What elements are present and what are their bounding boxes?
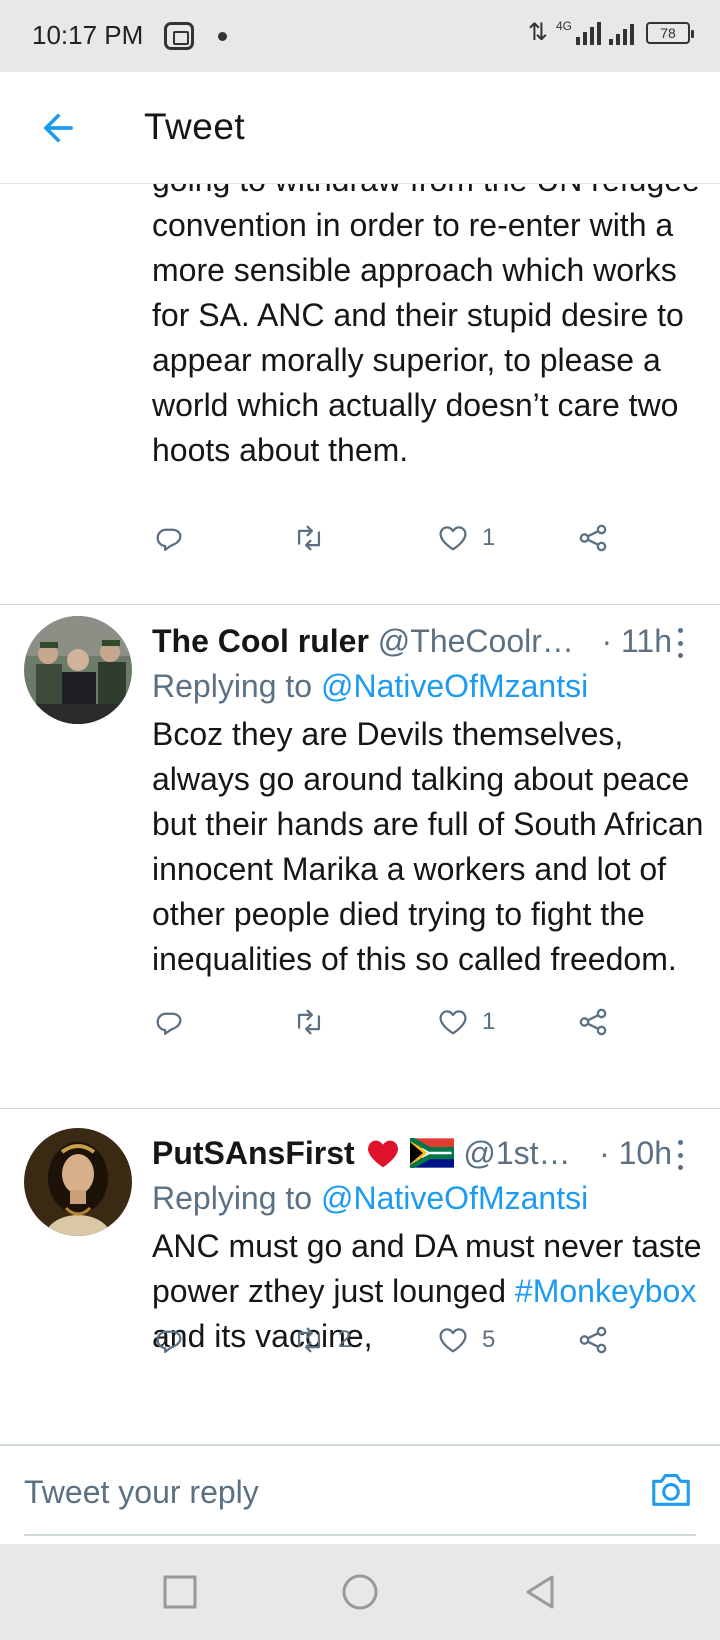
avatar[interactable] bbox=[24, 616, 132, 724]
display-name[interactable]: The Cool ruler bbox=[152, 623, 369, 659]
replying-label: Replying to bbox=[152, 668, 313, 704]
circle-home-icon[interactable] bbox=[340, 1572, 380, 1612]
replying-label: Replying to bbox=[152, 1180, 313, 1216]
app-notification-icon bbox=[164, 22, 194, 50]
signal-icon bbox=[576, 21, 601, 45]
avatar[interactable] bbox=[24, 1128, 132, 1236]
triangle-back-icon[interactable] bbox=[520, 1572, 560, 1612]
camera-icon bbox=[652, 1474, 690, 1506]
system-nav-bar bbox=[0, 1544, 720, 1640]
retweet-button[interactable] bbox=[292, 516, 338, 560]
share-button[interactable] bbox=[576, 1318, 610, 1362]
hashtag-link[interactable]: #Monkeybox bbox=[515, 1273, 696, 1309]
like-button[interactable]: 5 bbox=[436, 1318, 495, 1362]
share-icon bbox=[579, 1008, 607, 1036]
like-button[interactable]: 1 bbox=[436, 1000, 495, 1044]
square-recents-icon[interactable] bbox=[160, 1572, 200, 1612]
retweet-button[interactable] bbox=[292, 1000, 338, 1044]
retweet-count: 2 bbox=[338, 1326, 352, 1353]
replying-to-link[interactable]: @NativeOfMzantsi bbox=[321, 1180, 588, 1216]
more-options-button[interactable] bbox=[668, 1138, 692, 1172]
reply-button[interactable] bbox=[152, 1000, 198, 1044]
battery-level: 78 bbox=[660, 24, 676, 41]
reply-composer bbox=[0, 1444, 720, 1544]
like-count: 5 bbox=[482, 1326, 496, 1353]
arrow-left-icon bbox=[43, 113, 73, 143]
status-right-group: ⇅ 4G 78 bbox=[527, 18, 694, 47]
display-name[interactable]: PutSAnsFirst bbox=[152, 1135, 355, 1171]
replying-to-link[interactable]: @NativeOfMzantsi bbox=[321, 668, 588, 704]
share-button[interactable] bbox=[576, 1000, 610, 1044]
tweet-time: · 11h bbox=[595, 616, 672, 666]
retweet-icon bbox=[297, 525, 321, 551]
divider bbox=[0, 1108, 720, 1109]
tweet-body: Bcoz they are Devils themselves, always … bbox=[152, 716, 704, 977]
tweet-header: The Cool ruler @TheCoolr… · 11h bbox=[152, 616, 672, 666]
status-time: 10:17 PM bbox=[32, 20, 144, 50]
reply-underline bbox=[24, 1534, 696, 1536]
tweet-header: PutSAnsFirst @1st… · 10h bbox=[152, 1128, 672, 1178]
reply-icon bbox=[156, 1012, 182, 1036]
like-count: 1 bbox=[482, 524, 496, 551]
camera-button[interactable] bbox=[648, 1466, 694, 1512]
heart-icon bbox=[439, 526, 467, 551]
status-bar: 10:17 PM ⇅ 4G 78 bbox=[0, 0, 720, 72]
like-count: 1 bbox=[482, 1008, 496, 1035]
replying-to: Replying to @NativeOfMzantsi bbox=[152, 1176, 588, 1220]
reply-icon bbox=[156, 528, 182, 552]
battery-icon: 78 bbox=[646, 21, 694, 44]
tweet-thread[interactable]: going to withdraw from the UN refugee co… bbox=[0, 184, 720, 1444]
network-type: 4G bbox=[555, 18, 572, 33]
share-icon bbox=[579, 524, 607, 552]
retweet-icon bbox=[297, 1009, 321, 1035]
notification-dot-icon bbox=[218, 32, 227, 41]
tweet-actions: 1 bbox=[152, 1000, 622, 1044]
heart-icon bbox=[439, 1328, 467, 1353]
heart-emoji-icon bbox=[367, 1140, 398, 1167]
avatar-image bbox=[24, 616, 132, 724]
top-app-bar: Tweet bbox=[0, 72, 720, 184]
avatar-image bbox=[24, 1128, 132, 1236]
divider bbox=[0, 604, 720, 605]
reply-button[interactable] bbox=[152, 516, 198, 560]
reply-button[interactable] bbox=[152, 1318, 198, 1362]
user-handle[interactable]: @TheCoolr… bbox=[378, 623, 574, 659]
more-options-button[interactable] bbox=[668, 626, 692, 660]
heart-icon bbox=[439, 1010, 467, 1035]
user-handle[interactable]: @1st… bbox=[463, 1135, 570, 1171]
south-africa-flag-icon bbox=[410, 1137, 455, 1168]
signal-icon-2 bbox=[609, 21, 634, 45]
tweet-time: · 10h bbox=[593, 1128, 672, 1178]
back-button[interactable] bbox=[36, 106, 80, 150]
like-button[interactable]: 1 bbox=[436, 516, 495, 560]
page-title: Tweet bbox=[144, 106, 246, 147]
reply-icon bbox=[156, 1330, 182, 1354]
tweet-actions: 1 bbox=[152, 516, 622, 560]
tweet-body: going to withdraw from the UN refugee co… bbox=[152, 184, 700, 468]
replying-to: Replying to @NativeOfMzantsi bbox=[152, 664, 588, 708]
retweet-icon bbox=[297, 1327, 321, 1353]
data-arrows-icon: ⇅ bbox=[527, 19, 548, 46]
retweet-button[interactable]: 2 bbox=[292, 1318, 351, 1362]
share-icon bbox=[579, 1326, 607, 1354]
tweet-actions: 2 5 bbox=[152, 1318, 622, 1362]
share-button[interactable] bbox=[576, 516, 610, 560]
reply-input[interactable] bbox=[24, 1464, 584, 1520]
tweet-item-reply-putsansfirst[interactable]: PutSAnsFirst @1st… · 10h Replying to @Na… bbox=[0, 1128, 720, 1444]
